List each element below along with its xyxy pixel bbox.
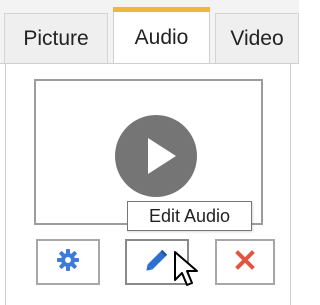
tab-audio-label: Audio <box>134 26 189 49</box>
edit-audio-tooltip: Edit Audio <box>127 201 252 231</box>
settings-button[interactable] <box>36 239 100 285</box>
tab-selected-accent <box>113 7 210 12</box>
tab-bar: Picture Audio Video <box>0 0 299 64</box>
tab-picture[interactable]: Picture <box>4 13 108 64</box>
tab-picture-label: Picture <box>23 27 89 50</box>
tooltip-text: Edit Audio <box>148 205 231 226</box>
tab-audio[interactable]: Audio <box>113 7 210 64</box>
mouse-pointer-icon <box>173 250 203 295</box>
remove-button[interactable] <box>215 239 275 285</box>
play-icon[interactable] <box>115 115 197 197</box>
gear-icon <box>56 248 80 277</box>
tab-video-label: Video <box>230 27 284 50</box>
tab-video[interactable]: Video <box>215 13 299 64</box>
close-icon <box>235 249 255 275</box>
pencil-icon <box>143 246 171 279</box>
